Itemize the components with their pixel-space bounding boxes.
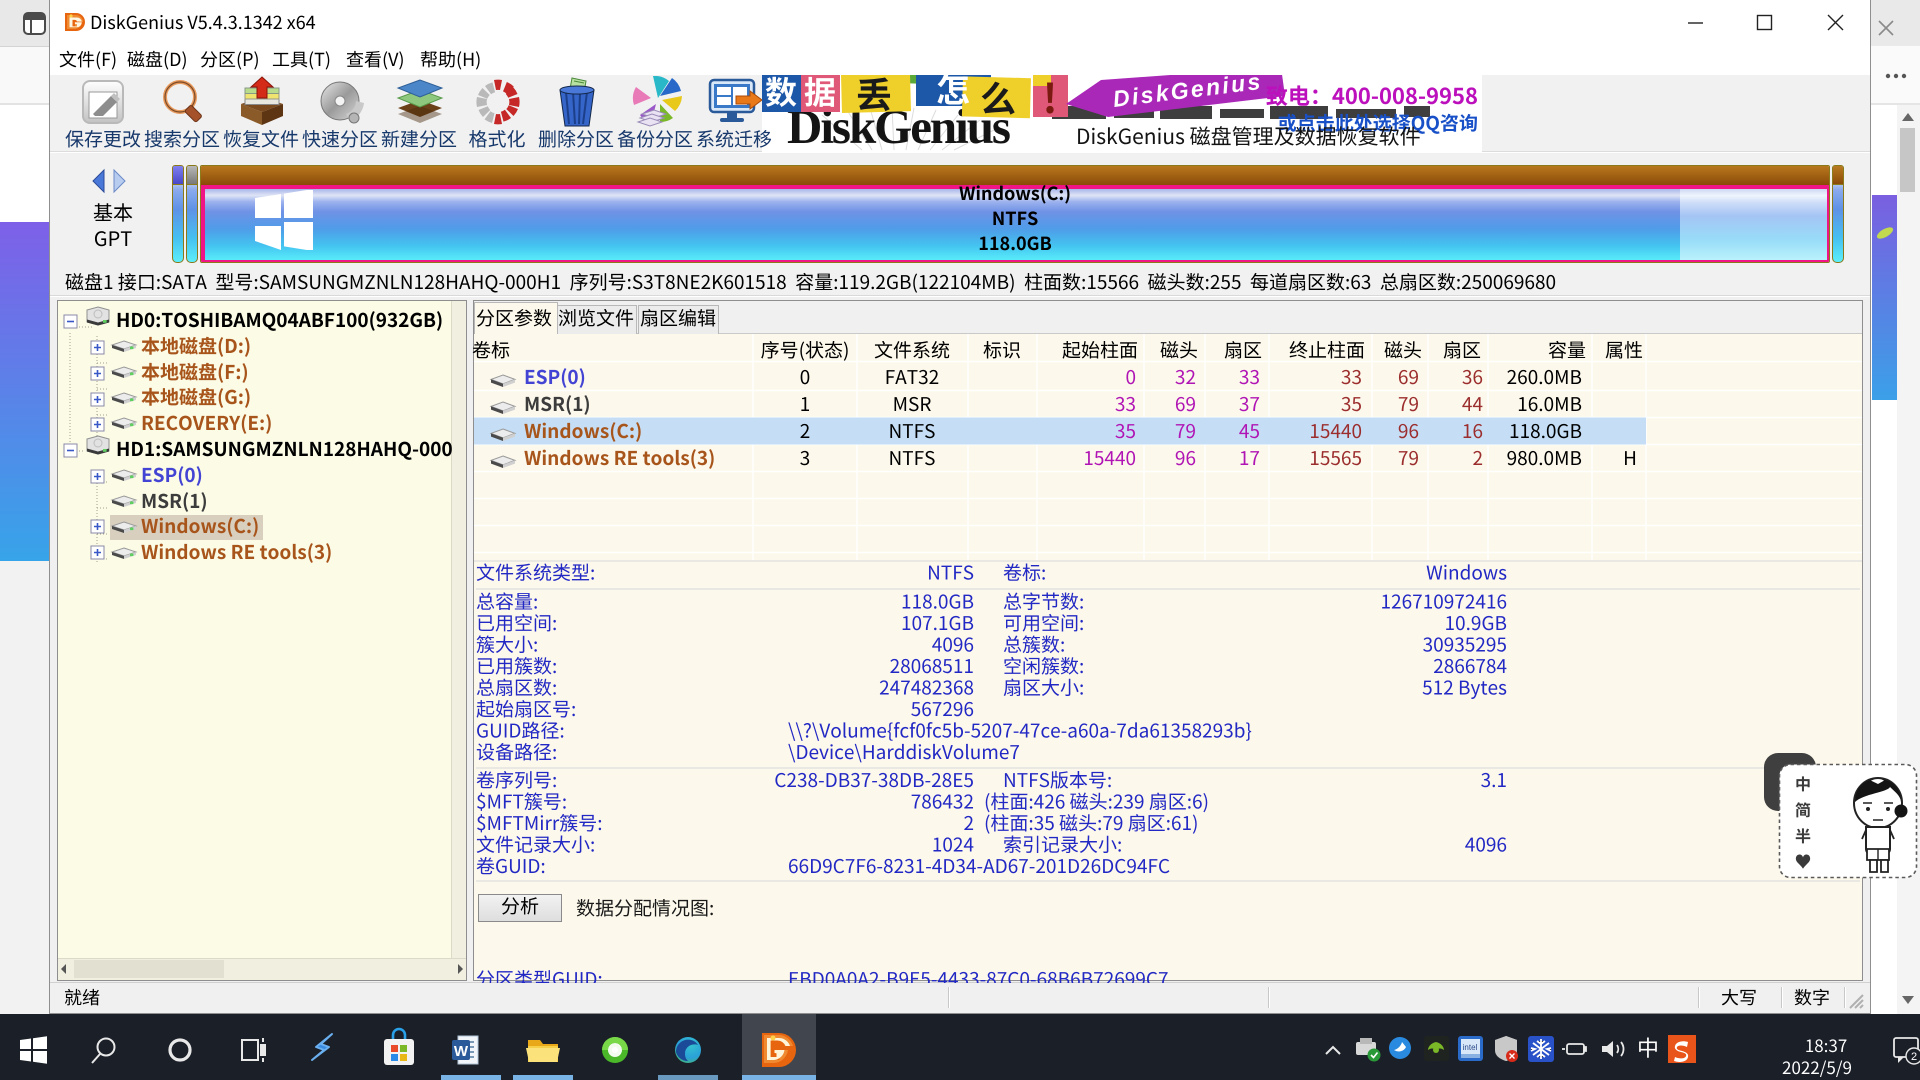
svg-text:W: W — [454, 1043, 469, 1060]
svg-text:2: 2 — [1911, 1051, 1917, 1063]
svg-text:intel: intel — [1463, 1043, 1478, 1052]
